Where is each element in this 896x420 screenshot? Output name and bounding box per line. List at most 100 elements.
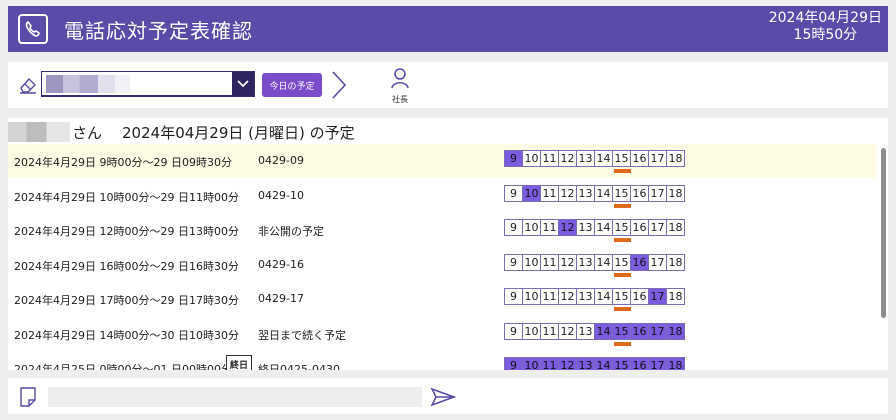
selected-person-redacted	[46, 75, 130, 93]
memo-icon[interactable]	[18, 386, 38, 412]
name-suffix: さん	[72, 123, 103, 142]
eraser-icon[interactable]	[18, 75, 38, 99]
chevron-right-icon[interactable]	[330, 70, 348, 104]
phone-book-icon	[18, 14, 48, 44]
hour-cell: 15	[612, 219, 631, 236]
hour-cell: 10	[522, 184, 541, 202]
hour-cell: 10	[522, 322, 541, 340]
hour-cell: 10	[522, 253, 541, 271]
hour-cell: 13	[576, 357, 595, 370]
hour-cell: 17	[648, 288, 667, 305]
schedule-time: 2024年4月29日 16時00分～29 日16時30分	[14, 259, 239, 273]
schedule-subject: 0429-09	[258, 154, 304, 167]
hour-cell: 11	[540, 288, 559, 305]
hour-cell: 11	[540, 184, 559, 202]
hour-cell: 17	[648, 322, 667, 340]
hour-cell: 18	[666, 150, 685, 167]
hour-cell: 12	[558, 288, 577, 305]
hour-cell: 16	[630, 253, 649, 271]
schedule-subject: 終日0425-0430	[258, 363, 340, 370]
hour-cell: 10	[522, 219, 541, 236]
person-name-redacted	[8, 122, 70, 142]
current-hour-marker	[614, 341, 631, 346]
today-schedule-button[interactable]: 今日の予定	[262, 73, 322, 97]
hour-cell: 9	[504, 357, 523, 370]
hour-cell: 14	[594, 357, 613, 370]
person-select[interactable]	[41, 71, 255, 97]
schedule-row[interactable]: 2024年4月29日 10時00分～29 日11時00分 0429-10 9 10 11…	[8, 179, 876, 213]
hour-cell: 18	[666, 219, 685, 236]
hour-cell: 11	[540, 150, 559, 167]
hour-cell: 16	[630, 184, 649, 202]
current-hour-marker	[614, 203, 631, 208]
hour-cell: 9	[504, 219, 523, 236]
hour-cell: 12	[558, 150, 577, 167]
schedule-row[interactable]: 2024年4月29日 16時00分～29 日16時30分 0429-16 9 10 11…	[8, 248, 876, 282]
schedule-panel: さん 2024年04月29日 (月曜日) の予定 2024年4月29日 9時00…	[8, 118, 888, 370]
schedule-row[interactable]: 2024年4月29日 9時00分～29 日09時30分 0429-09 9 10 11 1…	[8, 144, 876, 178]
hour-cell: 11	[540, 219, 559, 236]
president-person-button[interactable]: 社長	[389, 67, 411, 105]
hour-cell: 12	[558, 357, 577, 370]
hour-strip: 9 10 11 12 13 14 15 16 17 18	[504, 288, 685, 305]
chevron-down-icon[interactable]	[232, 72, 254, 96]
hour-cell: 14	[594, 150, 613, 167]
schedule-heading: さん 2024年04月29日 (月曜日) の予定	[8, 120, 355, 144]
hour-cell: 15	[612, 150, 631, 167]
hour-cell: 13	[576, 253, 595, 271]
hour-cell: 13	[576, 219, 595, 236]
hour-cell: 14	[594, 253, 613, 271]
hour-cell: 11	[540, 322, 559, 340]
schedule-subject: 0429-10	[258, 188, 304, 202]
current-hour-marker	[614, 169, 631, 173]
message-bar	[8, 378, 888, 414]
date-heading: 2024年04月29日 (月曜日) の予定	[122, 123, 355, 142]
hour-cell: 17	[648, 150, 667, 167]
hour-cell: 14	[594, 322, 613, 340]
hour-cell: 9	[504, 184, 523, 202]
hour-cell: 11	[540, 253, 559, 271]
hour-strip: 9 10 11 12 13 14 15 16 17 18	[504, 253, 685, 271]
hour-cell: 16	[630, 322, 649, 340]
current-time: 15時50分	[793, 27, 858, 43]
schedule-subject: 翌日まで続く予定	[258, 328, 346, 342]
hour-strip: 9 10 11 12 13 14 15 16 17 18	[504, 219, 685, 236]
hour-cell: 15	[612, 184, 631, 202]
hour-cell: 12	[558, 253, 577, 271]
message-input[interactable]	[48, 387, 422, 407]
schedule-time: 2024年4月29日 14時00分～30 日10時30分	[14, 328, 239, 342]
hour-cell: 18	[666, 322, 685, 340]
schedule-time: 2024年4月29日 10時00分～29 日11時00分	[14, 190, 239, 204]
hour-cell: 9	[504, 253, 523, 271]
schedule-row[interactable]: 2024年4月29日 12時00分～29 日13時00分 非公開の予定 9 10 11 1…	[8, 213, 876, 247]
page-title: 電話応対予定表確認	[64, 18, 253, 43]
hour-strip: 9 10 11 12 13 14 15 16 17 18	[504, 184, 685, 202]
hour-cell: 12	[558, 322, 577, 340]
hour-cell: 15	[612, 288, 631, 305]
schedule-time: 2024年4月29日 17時00分～29 日17時30分	[14, 294, 239, 307]
person-label: 社長	[392, 95, 408, 104]
hour-cell: 10	[522, 357, 541, 370]
hour-cell: 13	[576, 150, 595, 167]
hour-cell: 13	[576, 288, 595, 305]
hour-cell: 10	[522, 288, 541, 305]
scrollbar[interactable]	[881, 148, 886, 318]
hour-cell: 14	[594, 288, 613, 305]
hour-cell: 16	[630, 357, 649, 370]
app-header: 電話応対予定表確認 2024年04月29日 15時50分	[8, 6, 888, 52]
hour-cell: 12	[558, 184, 577, 202]
hour-cell: 18	[666, 184, 685, 202]
schedule-row[interactable]: 2024年4月29日 14時00分～30 日10時30分 翌日まで続く予定 9 10 1…	[8, 317, 876, 351]
current-datetime: 2024年04月29日 15時50分	[769, 10, 882, 44]
schedule-row[interactable]: 2024年4月25日 0時00分～01 日00時00分 終日 終日0425-0430…	[8, 351, 876, 370]
hour-cell: 11	[540, 357, 559, 370]
hour-cell: 17	[648, 357, 667, 370]
hour-cell: 15	[612, 357, 631, 370]
hour-cell: 13	[576, 184, 595, 202]
schedule-row[interactable]: 2024年4月29日 17時00分～29 日17時30分 0429-17 9 10 11…	[8, 282, 876, 316]
schedule-subject: 非公開の予定	[258, 225, 324, 238]
toolbar: 今日の予定 社長	[8, 62, 888, 108]
hour-cell: 15	[612, 253, 631, 271]
hour-cell: 13	[576, 322, 595, 340]
send-icon[interactable]	[430, 387, 457, 411]
